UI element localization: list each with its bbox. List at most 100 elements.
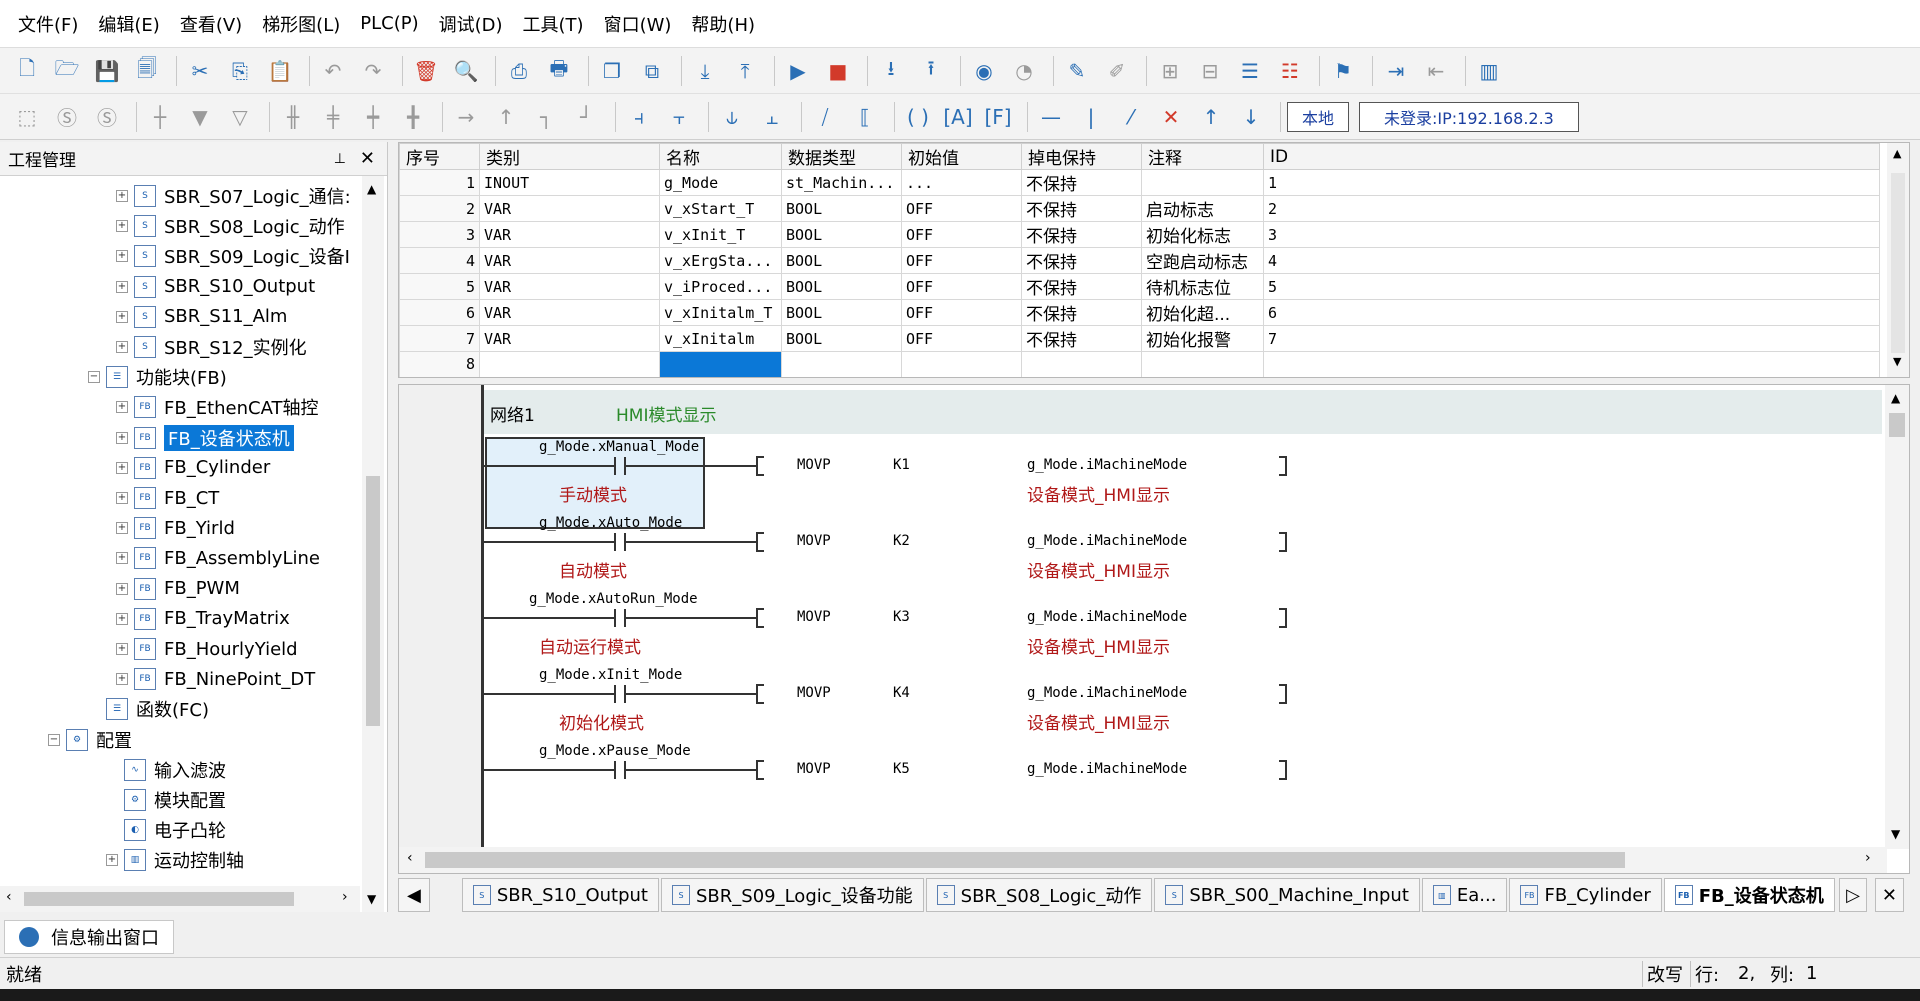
arrow-up-icon[interactable]: ↑ bbox=[1194, 100, 1228, 134]
table-cell[interactable]: 6 bbox=[1263, 299, 1880, 326]
func-block-icon[interactable]: [A] bbox=[941, 100, 975, 134]
tree-item[interactable]: + FB FB_NinePoint_DT bbox=[116, 665, 315, 693]
contact-rise-icon[interactable]: ⫝ bbox=[715, 100, 749, 134]
column-header[interactable]: 初始值 bbox=[901, 143, 1022, 170]
pin-icon[interactable]: ⊥ bbox=[334, 151, 346, 167]
column-header[interactable]: 注释 bbox=[1141, 143, 1264, 170]
table-cell[interactable]: 3 bbox=[1263, 221, 1880, 248]
ladder-rung[interactable]: g_Mode.xAutoRun_Mode 自动运行模式 MOVP K3 g_Mode.i… bbox=[399, 591, 1879, 675]
table-cell[interactable]: VAR bbox=[479, 247, 660, 274]
edit-icon[interactable]: ✐ bbox=[1100, 54, 1134, 88]
expand-icon[interactable]: + bbox=[116, 280, 128, 293]
ladder-vscroll[interactable]: ▲ ▼ bbox=[1885, 385, 1909, 849]
write-plc-icon[interactable]: ⭳ bbox=[874, 54, 908, 88]
coil-icon[interactable]: ⟦ bbox=[848, 100, 882, 134]
project-tree-hscroll[interactable]: ‹ › bbox=[0, 886, 360, 912]
menu-item[interactable]: 编辑(E) bbox=[98, 11, 159, 37]
vline-icon[interactable]: ↑ bbox=[489, 100, 523, 134]
tab-close-icon[interactable]: ✕ bbox=[1874, 878, 1904, 912]
info-output-tab[interactable]: 信息输出窗口 bbox=[4, 920, 174, 954]
ladder-editor[interactable]: 网络1 HMI模式显示 g_Mode.xManual_Mode 手动模式 MOVP K… bbox=[398, 384, 1910, 874]
redo-icon[interactable]: ↷ bbox=[356, 54, 390, 88]
scroll-right-icon[interactable]: › bbox=[342, 889, 348, 905]
delete-line-icon[interactable]: ✕ bbox=[1154, 100, 1188, 134]
scroll-down-icon[interactable]: ▼ bbox=[1893, 355, 1901, 368]
scroll-right-icon[interactable]: › bbox=[1865, 850, 1871, 866]
save-all-icon[interactable]: 🗐 bbox=[130, 54, 164, 88]
table-cell[interactable]: 初始化超... bbox=[1141, 299, 1264, 326]
expand-icon[interactable]: + bbox=[116, 401, 128, 414]
table-cell[interactable]: OFF bbox=[901, 325, 1022, 352]
tree-item[interactable]: + FB FB_CT bbox=[116, 484, 219, 512]
table-cell[interactable] bbox=[1021, 351, 1142, 377]
table-cell[interactable]: BOOL bbox=[781, 273, 902, 300]
expand-icon[interactable]: + bbox=[116, 643, 128, 655]
table-cell[interactable]: 6 bbox=[399, 299, 480, 326]
local-button[interactable]: 本地 bbox=[1287, 101, 1350, 132]
ladder-hscroll[interactable]: ‹ › bbox=[399, 847, 1887, 873]
table-cell[interactable]: v_xInitalm_T bbox=[659, 299, 782, 326]
tree-item[interactable]: + FB FB_EthenCAT轴控 bbox=[116, 393, 319, 421]
contact-fall-icon[interactable]: ⫠ bbox=[755, 100, 789, 134]
table-row[interactable]: 4 VAR v_xErgSta... BOOL OFF 不保持 空跑启动标志 4 bbox=[399, 247, 1880, 274]
paste-icon[interactable]: 📋 bbox=[263, 54, 297, 88]
column-header[interactable]: 数据类型 bbox=[781, 143, 902, 170]
slash-icon[interactable]: ⁄ bbox=[1114, 100, 1148, 134]
parallel-nc-icon[interactable]: ╪ bbox=[316, 100, 350, 134]
login-status-button[interactable]: 未登录:IP:192.168.2.3 bbox=[1359, 101, 1579, 132]
delete-row-icon[interactable]: ☷ bbox=[1273, 54, 1307, 88]
compare-icon[interactable]: ⧉ bbox=[635, 54, 669, 88]
network-icon[interactable]: ⊞ bbox=[1153, 54, 1187, 88]
menu-item[interactable]: 梯形图(L) bbox=[262, 11, 340, 37]
ladder-rung[interactable]: g_Mode.xManual_Mode 手动模式 MOVP K1 g_Mode.iMac… bbox=[399, 437, 1879, 529]
hline-draw-icon[interactable]: — bbox=[1034, 100, 1068, 134]
table-cell[interactable]: OFF bbox=[901, 247, 1022, 274]
network2-icon[interactable]: ⊟ bbox=[1193, 54, 1227, 88]
new-file-icon[interactable]: 🗋 bbox=[10, 54, 44, 88]
tree-item[interactable]: ◐ 电子凸轮 bbox=[106, 816, 226, 844]
table-cell[interactable]: INOUT bbox=[479, 169, 660, 196]
menu-item[interactable]: PLC(P) bbox=[360, 13, 418, 34]
expand-icon[interactable]: + bbox=[116, 673, 128, 686]
table-row[interactable]: 1 INOUT g_Mode st_Machin...... 不保持 1 bbox=[399, 169, 1880, 196]
tree-item[interactable]: + FB FB_Yirld bbox=[116, 514, 235, 542]
monitor-icon[interactable]: ◉ bbox=[967, 54, 1001, 88]
table-cell[interactable]: 4 bbox=[1263, 247, 1880, 274]
editor-tab[interactable]: ▥ Ea... bbox=[1421, 878, 1508, 912]
insert-row-icon[interactable]: ☰ bbox=[1233, 54, 1267, 88]
tree-item[interactable]: + FB FB_AssemblyLine bbox=[116, 544, 320, 572]
table-cell[interactable]: VAR bbox=[479, 221, 660, 248]
table-cell[interactable]: VAR bbox=[479, 325, 660, 352]
scroll-down-icon[interactable]: ▼ bbox=[367, 892, 376, 906]
save-icon[interactable]: 💾 bbox=[90, 54, 124, 88]
sfc-mode-icon[interactable]: Ⓢ bbox=[90, 100, 124, 134]
tab-scroll-left-icon[interactable]: ◀ bbox=[398, 878, 430, 912]
menu-item[interactable]: 调试(D) bbox=[439, 11, 503, 37]
expand-icon[interactable]: + bbox=[106, 854, 118, 867]
table-cell[interactable]: OFF bbox=[901, 221, 1022, 248]
contact-no-icon[interactable]: ⫞ bbox=[622, 100, 656, 134]
ladder-rung[interactable]: g_Mode.xInit_Mode 初始化模式 MOVP K4 g_Mode.iMach… bbox=[399, 667, 1879, 751]
table-cell[interactable]: 5 bbox=[1263, 273, 1880, 300]
table-cell[interactable]: OFF bbox=[901, 273, 1022, 300]
print-preview-icon[interactable]: ⎙ bbox=[502, 54, 536, 88]
edit-monitor-icon[interactable]: ✎ bbox=[1060, 54, 1094, 88]
menu-item[interactable]: 帮助(H) bbox=[691, 11, 755, 37]
tree-item[interactable]: ⚙ 模块配置 bbox=[106, 786, 226, 814]
table-cell[interactable]: 不保持 bbox=[1021, 273, 1142, 300]
invert-icon[interactable]: ⧸ bbox=[808, 100, 842, 134]
table-cell[interactable]: OFF bbox=[901, 195, 1022, 222]
cut-icon[interactable]: ✂ bbox=[183, 54, 217, 88]
undo-icon[interactable]: ↶ bbox=[316, 54, 350, 88]
column-header[interactable]: 名称 bbox=[659, 143, 782, 170]
table-vscroll[interactable]: ▲ ▼ bbox=[1887, 143, 1909, 377]
ladder-rung[interactable]: g_Mode.xPause_Mode MOVP K5 g_Mode.iMachineM… bbox=[399, 743, 1879, 827]
menu-item[interactable]: 工具(T) bbox=[523, 11, 584, 37]
table-cell[interactable]: v_xInitalm bbox=[659, 325, 782, 352]
output-coil-icon[interactable]: ( ) bbox=[901, 100, 935, 134]
table-cell[interactable]: OFF bbox=[901, 299, 1022, 326]
copy-icon[interactable]: ⎘ bbox=[223, 54, 257, 88]
vline-draw-icon[interactable]: | bbox=[1074, 100, 1108, 134]
panel-icon[interactable]: ▥ bbox=[1472, 54, 1506, 88]
scroll-thumb[interactable] bbox=[366, 476, 380, 726]
